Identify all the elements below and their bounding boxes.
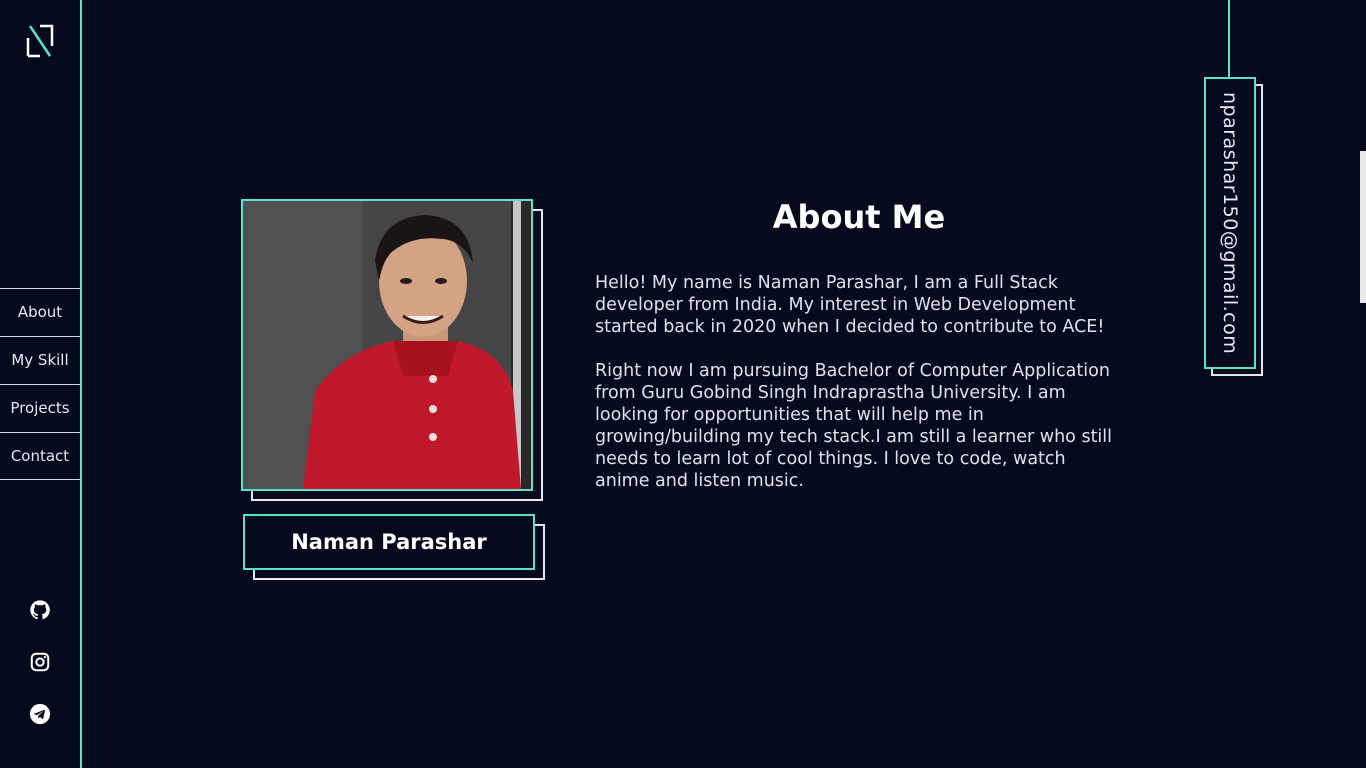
github-link[interactable] bbox=[0, 599, 80, 621]
about-title: About Me bbox=[772, 198, 946, 236]
instagram-icon bbox=[30, 652, 50, 672]
email-text: nparashar150@gmail.com bbox=[1219, 91, 1241, 355]
email-connector-line bbox=[1228, 0, 1230, 78]
about-body: Hello! My name is Naman Parashar, I am a… bbox=[595, 272, 1125, 514]
email-card: nparashar150@gmail.com bbox=[1204, 77, 1263, 376]
instagram-link[interactable] bbox=[0, 651, 80, 673]
telegram-icon bbox=[29, 703, 51, 725]
profile-name: Naman Parashar bbox=[243, 514, 535, 570]
github-icon bbox=[30, 600, 50, 620]
portrait-image bbox=[243, 201, 531, 489]
name-card: Naman Parashar bbox=[243, 514, 545, 580]
side-nav: About My Skill Projects Contact bbox=[0, 288, 80, 480]
profile-photo bbox=[241, 199, 533, 491]
telegram-link[interactable] bbox=[0, 703, 80, 725]
email-link[interactable]: nparashar150@gmail.com bbox=[1204, 77, 1256, 369]
logo-icon[interactable] bbox=[24, 22, 56, 58]
nav-item-projects[interactable]: Projects bbox=[0, 384, 80, 432]
nav-item-about[interactable]: About bbox=[0, 288, 80, 336]
about-paragraph: Right now I am pursuing Bachelor of Comp… bbox=[595, 361, 1113, 491]
nav-item-my-skill[interactable]: My Skill bbox=[0, 336, 80, 384]
scrollbar-thumb[interactable] bbox=[1360, 151, 1366, 303]
nav-item-contact[interactable]: Contact bbox=[0, 432, 80, 480]
about-paragraph: Hello! My name is Naman Parashar, I am a… bbox=[595, 273, 1105, 337]
sidebar: About My Skill Projects Contact bbox=[0, 0, 82, 768]
profile-photo-card bbox=[241, 199, 543, 501]
